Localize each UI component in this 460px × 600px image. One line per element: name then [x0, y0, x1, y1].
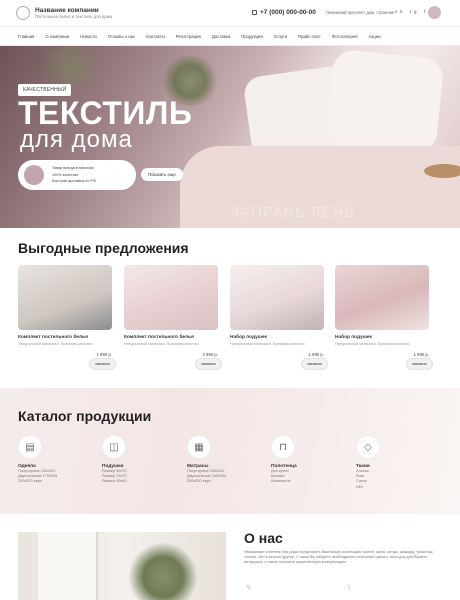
offer-image: [124, 265, 218, 330]
nav-item-news[interactable]: Новости: [80, 34, 97, 39]
cart-button[interactable]: [428, 6, 441, 19]
offer-image: [18, 265, 112, 330]
catalog-item-line: Размер 40х40: [102, 479, 127, 484]
catalog-item[interactable]: ◫ Подушки Размер 50х70 Размер 70х70 Разм…: [102, 435, 182, 485]
nav-item-register[interactable]: Регистрация: [176, 34, 201, 39]
fabric-icon: ◇: [356, 435, 380, 459]
offer-title: Комплект постельного белья: [124, 335, 194, 340]
offer-title: Набор подушек: [230, 335, 267, 340]
catalog-item-line: Лён: [356, 484, 363, 489]
offer-price: 1 990 р.: [413, 352, 429, 357]
offers-title: Выгодные предложения: [18, 240, 189, 256]
hero-plant-decor: [30, 46, 110, 86]
feature-item: Товар всегда в наличии: [52, 166, 94, 171]
about-title: О нас: [244, 530, 283, 546]
nav-item-gallery[interactable]: Фотогалерея: [332, 34, 358, 39]
offer-image: [335, 265, 429, 330]
social-links: vk tg f: [395, 9, 428, 14]
offer-price: 1 990 р.: [96, 352, 112, 357]
hero-table-image: [424, 164, 460, 178]
logo-icon[interactable]: [16, 6, 30, 20]
offer-desc: Натуральный материал. Премиум качество: [18, 342, 93, 346]
brand: Название компании Постельное белье и тек…: [35, 7, 112, 19]
nav-item-products[interactable]: Продукция: [241, 34, 263, 39]
offer-desc: Натуральный материал. Премиум качество: [335, 342, 410, 346]
catalog-item[interactable]: ▦ Матрасы Полуторные 150х200 Двуспальные…: [187, 435, 267, 485]
page: Название компании Постельное белье и тек…: [0, 0, 460, 600]
about-window-decor: [38, 532, 98, 600]
main-nav: Главная О компании Новости Отзывы о нас …: [0, 26, 460, 46]
header: Название компании Постельное белье и тек…: [0, 0, 460, 26]
offer-card[interactable]: Набор подушек Натуральный материал. Прем…: [335, 265, 429, 357]
nav-item-services[interactable]: Услуги: [274, 34, 287, 39]
offer-card[interactable]: Набор подушек Натуральный материал. Прем…: [230, 265, 324, 357]
feature-item: Быстрая доставка по РФ: [52, 179, 96, 184]
hero-features-list: Товар всегда в наличии 100% качество Быс…: [52, 165, 96, 185]
hero-ghost-text: ЗАПРАВЬ ЛЕНЬ: [230, 204, 356, 221]
about-text: Уважаемые клиенты! Мы рады предложить Ва…: [244, 550, 434, 565]
phone-number: +7 (000) 000-00-00: [260, 9, 316, 16]
offer-price: 1 990 р.: [308, 352, 324, 357]
address: Ленинский проспект дом, строение: [326, 10, 395, 15]
order-button[interactable]: заказать: [195, 358, 223, 370]
nav-item-contacts[interactable]: Контакты: [146, 34, 165, 39]
mattress-icon: ▦: [187, 435, 211, 459]
order-button[interactable]: заказать: [406, 358, 434, 370]
offer-title: Набор подушек: [335, 335, 372, 340]
show-more-button[interactable]: Показать еще: [141, 168, 183, 181]
nav-item-pricelist[interactable]: Прайс-лист: [298, 34, 321, 39]
nav-item-reviews[interactable]: Отзывы о нас: [108, 34, 135, 39]
offer-image: [230, 265, 324, 330]
quality-icon: ❍: [344, 585, 351, 592]
telegram-icon[interactable]: tg: [410, 9, 420, 14]
offer-desc: Натуральный материал. Премиум качество: [230, 342, 305, 346]
about-image: [18, 532, 226, 600]
nav-item-promo[interactable]: Акции: [369, 34, 381, 39]
nav-item-delivery[interactable]: Доставка: [212, 34, 230, 39]
company-tagline: Постельное белье и текстиль для дома: [35, 14, 112, 19]
nav-item-about[interactable]: О компании: [45, 34, 69, 39]
catalog-item-line: Комплекты: [271, 479, 291, 484]
about-plant-decor: [128, 542, 198, 600]
offer-card[interactable]: Комплект постельного белья Натуральный м…: [124, 265, 218, 357]
catalog-item[interactable]: ⊓ Полотенца Для кухни Банные Комплекты: [271, 435, 351, 485]
nav-item-home[interactable]: Главная: [18, 34, 34, 39]
catalog-item[interactable]: ◇ Ткани Хлопок Бязь Сатин Лён: [356, 435, 436, 490]
hero-pillow-image: [325, 48, 445, 155]
catalog-title: Каталог продукции: [18, 408, 152, 424]
blanket-icon: ▤: [18, 435, 42, 459]
company-name: Название компании: [35, 7, 99, 14]
catalog-item[interactable]: ▤ Одеяла Полуторные 150х200 Двуспальные …: [18, 435, 98, 485]
order-button[interactable]: заказать: [301, 358, 329, 370]
offer-desc: Натуральный материал. Премиум качество: [124, 342, 199, 346]
hero-features-card: Товар всегда в наличии 100% качество Быс…: [18, 160, 136, 190]
offer-price: 2 990 р.: [202, 352, 218, 357]
vk-icon[interactable]: vk: [395, 9, 406, 14]
catalog-item-line: 200х220 евро: [18, 479, 42, 484]
offer-card[interactable]: Комплект постельного белья Натуральный м…: [18, 265, 112, 357]
leaf-icon: ✎: [246, 585, 252, 592]
phone-link[interactable]: +7 (000) 000-00-00: [252, 9, 316, 16]
hero-subtitle: для дома: [20, 126, 133, 153]
phone-icon: [252, 9, 257, 15]
offer-title: Комплект постельного белья: [18, 335, 88, 340]
towel-icon: ⊓: [271, 435, 295, 459]
catalog-item-line: 200х200 евро: [187, 479, 211, 484]
pillow-icon: ◫: [102, 435, 126, 459]
bed-icon: [24, 165, 44, 185]
order-button[interactable]: заказать: [89, 358, 117, 370]
